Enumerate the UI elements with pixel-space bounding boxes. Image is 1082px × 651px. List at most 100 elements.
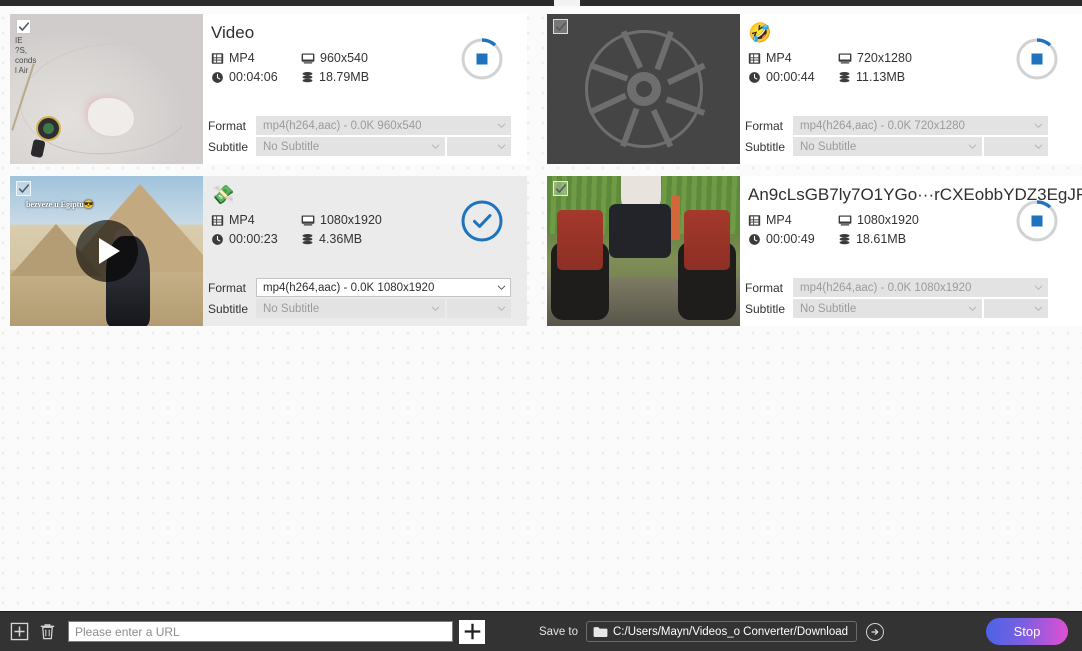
checkmark-icon <box>18 183 30 195</box>
chevron-down-icon <box>1034 283 1043 292</box>
card-thumbnail[interactable] <box>547 176 740 326</box>
thumbnail-placeholder-disc <box>547 14 740 164</box>
chevron-down-icon <box>968 142 977 151</box>
filesize-icon <box>301 233 314 246</box>
add-url-button[interactable] <box>459 620 485 644</box>
card-metadata: MP4 1080x1920 00:00:49 18.61MB <box>745 213 995 246</box>
card-progress-control[interactable] <box>459 198 505 244</box>
done-check-icon[interactable] <box>459 198 505 244</box>
card-progress-control[interactable] <box>1014 36 1060 82</box>
subtitle-select[interactable]: No Subtitle <box>793 299 982 318</box>
chevron-down-icon <box>497 142 506 151</box>
conversion-card[interactable]: bezveze u Egiptu😎 💸 MP4 <box>10 176 527 326</box>
card-select-checkbox[interactable] <box>553 181 568 196</box>
chevron-down-icon <box>1034 142 1043 151</box>
format-label: Format <box>208 281 256 295</box>
progress-stop-icon[interactable] <box>1014 198 1060 244</box>
card-slot: bezveze u Egiptu😎 💸 MP4 <box>0 170 541 332</box>
card-thumbnail[interactable]: IE ?S, conds l Air <box>10 14 203 164</box>
chevron-down-icon <box>968 304 977 313</box>
meta-resolution-value: 720x1280 <box>857 51 912 65</box>
card-thumbnail[interactable]: bezveze u Egiptu😎 <box>10 176 203 326</box>
card-metadata: MP4 1080x1920 00:00:23 4.36MB <box>208 213 458 246</box>
progress-stop-icon[interactable] <box>1014 36 1060 82</box>
meta-filesize: 18.61MB <box>838 232 995 246</box>
monitor-icon <box>301 214 315 227</box>
stop-button[interactable]: Stop <box>986 618 1068 645</box>
card-thumbnail[interactable] <box>547 14 740 164</box>
chevron-down-icon <box>1034 121 1043 130</box>
meta-filesize: 18.79MB <box>301 70 458 84</box>
subtitle-select[interactable]: No Subtitle <box>793 137 982 156</box>
format-select[interactable]: mp4(h264,aac) - 0.0K 1080x1920 <box>793 278 1048 297</box>
format-row: Format mp4(h264,aac) - 0.0K 720x1280 <box>745 116 1048 135</box>
meta-format-value: MP4 <box>766 213 792 227</box>
conversion-card[interactable]: IE ?S, conds l Air Video MP4 <box>10 14 527 164</box>
meta-filesize-value: 11.13MB <box>856 70 905 84</box>
subtitle-extra-select[interactable] <box>447 137 511 156</box>
thumbnail-caption: IE ?S, conds l Air <box>15 36 36 76</box>
chevron-down-icon <box>1034 304 1043 313</box>
card-select-checkbox[interactable] <box>16 181 31 196</box>
subtitle-extra-select[interactable] <box>984 137 1048 156</box>
card-progress-control[interactable] <box>459 36 505 82</box>
subtitle-extra-select[interactable] <box>984 299 1048 318</box>
checkmark-icon <box>18 21 30 33</box>
trash-icon[interactable] <box>36 621 58 643</box>
card-select-checkbox[interactable] <box>16 19 31 34</box>
clock-icon <box>748 233 761 246</box>
meta-format-value: MP4 <box>766 51 792 65</box>
meta-filesize-value: 18.61MB <box>856 232 906 246</box>
checkmark-icon <box>555 183 567 195</box>
save-to-label: Save to <box>539 626 578 638</box>
card-slot: 🤣 MP4 720x1280 00:00:44 <box>541 8 1082 170</box>
format-select-value: mp4(h264,aac) - 0.0K 960x540 <box>263 120 493 132</box>
progress-stop-icon[interactable] <box>459 36 505 82</box>
clock-icon <box>748 71 761 84</box>
chevron-down-icon <box>1034 121 1043 130</box>
url-input[interactable] <box>68 621 453 642</box>
thumbnail-caption: bezveze u Egiptu😎 <box>26 200 94 209</box>
subtitle-select[interactable]: No Subtitle <box>256 137 445 156</box>
thumbnail-image <box>547 176 740 326</box>
monitor-icon <box>301 52 315 65</box>
meta-filesize-value: 4.36MB <box>319 232 362 246</box>
meta-format: MP4 <box>748 51 838 65</box>
format-select[interactable]: mp4(h264,aac) - 0.0K 720x1280 <box>793 116 1048 135</box>
format-select-value: mp4(h264,aac) - 0.0K 1080x1920 <box>263 282 493 294</box>
subtitle-select-value: No Subtitle <box>800 303 964 315</box>
meta-format: MP4 <box>211 51 301 65</box>
subtitle-extra-select[interactable] <box>447 299 511 318</box>
arrow-right-icon[interactable] <box>866 623 884 641</box>
card-selectors: Format mp4(h264,aac) - 0.0K 1080x1920 Su… <box>745 278 1048 320</box>
card-progress-control[interactable] <box>1014 198 1060 244</box>
subtitle-select[interactable]: No Subtitle <box>256 299 445 318</box>
folder-icon <box>593 626 608 638</box>
chevron-down-icon <box>1034 142 1043 151</box>
film-icon <box>211 214 224 227</box>
film-icon <box>748 214 761 227</box>
card-select-checkbox[interactable] <box>553 19 568 34</box>
meta-duration: 00:00:44 <box>748 70 838 84</box>
save-path-field[interactable]: C:/Users/Mayn/Videos_o Converter/Downloa… <box>586 621 857 642</box>
filesize-icon <box>838 71 851 84</box>
meta-duration-value: 00:04:06 <box>229 70 278 84</box>
card-selectors: Format mp4(h264,aac) - 0.0K 960x540 Subt… <box>208 116 511 158</box>
conversion-card[interactable]: An9cLsGB7ly7O1YGo···rCXEobbYDZ3EgJF MP4 … <box>547 176 1082 326</box>
card-metadata: MP4 960x540 00:04:06 18.79MB <box>208 51 458 84</box>
meta-resolution: 1080x1920 <box>838 213 995 227</box>
subtitle-label: Subtitle <box>745 140 793 154</box>
add-box-icon[interactable] <box>8 621 30 643</box>
film-icon <box>748 52 761 65</box>
meta-duration-value: 00:00:49 <box>766 232 815 246</box>
format-select[interactable]: mp4(h264,aac) - 0.0K 1080x1920 <box>256 278 511 297</box>
subtitle-label: Subtitle <box>745 302 793 316</box>
save-path-text: C:/Users/Mayn/Videos_o Converter/Downloa… <box>613 626 848 638</box>
format-select[interactable]: mp4(h264,aac) - 0.0K 960x540 <box>256 116 511 135</box>
chevron-down-icon <box>497 283 506 292</box>
chevron-down-icon <box>497 283 506 292</box>
conversion-card[interactable]: 🤣 MP4 720x1280 00:00:44 <box>547 14 1082 164</box>
format-label: Format <box>745 281 793 295</box>
play-icon[interactable] <box>76 220 138 282</box>
meta-duration-value: 00:00:23 <box>229 232 278 246</box>
